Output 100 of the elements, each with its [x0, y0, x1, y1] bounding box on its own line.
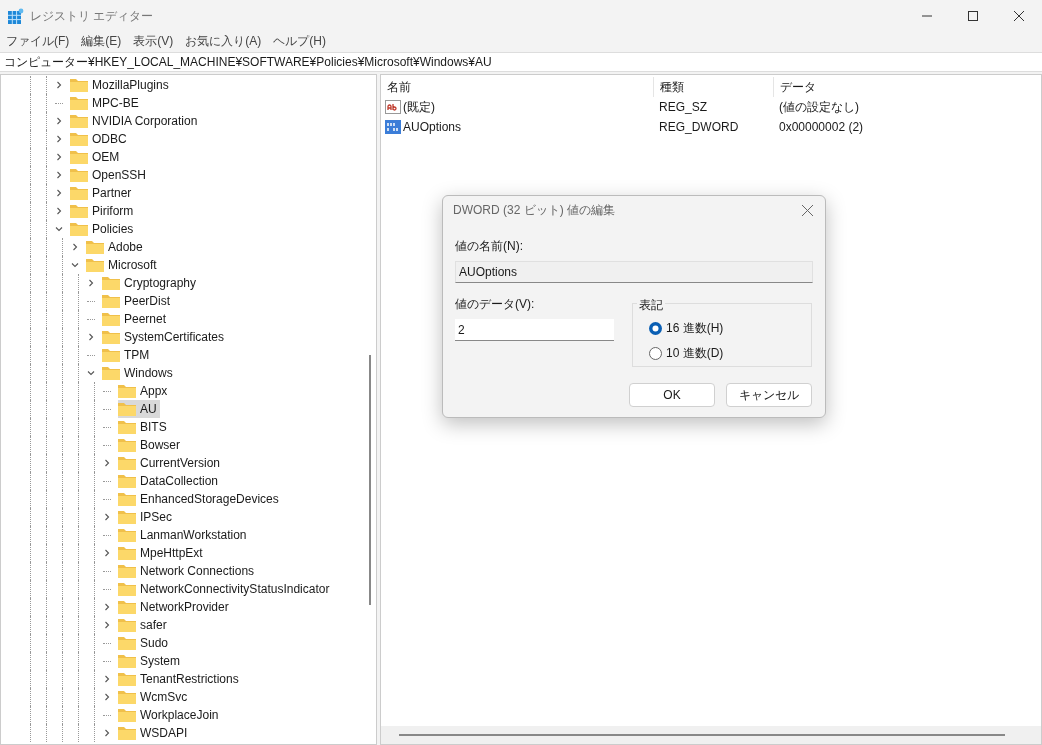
folder-icon [70, 204, 88, 218]
value-name[interactable]: (既定) [403, 98, 435, 116]
folder-icon [118, 528, 136, 542]
menu-item[interactable]: 表示(V) [133, 32, 174, 50]
tree-item[interactable]: Bowser [118, 436, 183, 454]
chevron-right-icon[interactable] [55, 207, 63, 215]
tree-item[interactable]: AU [118, 400, 160, 418]
tree-item[interactable]: Peernet [102, 310, 170, 328]
binary-value-icon [385, 119, 401, 135]
tree-item[interactable]: PeerDist [102, 292, 173, 310]
menu-item[interactable]: ファイル(F) [6, 32, 70, 50]
radio-option[interactable]: 10 進数(D) [649, 344, 811, 362]
folder-icon [118, 636, 136, 650]
close-button[interactable] [799, 202, 815, 218]
chevron-down-icon[interactable] [87, 369, 95, 377]
tree-item[interactable]: OEM [70, 148, 123, 166]
tree-item[interactable]: NetworkProvider [118, 598, 232, 616]
value-name[interactable]: AUOptions [403, 118, 462, 136]
data-field[interactable]: 2 [455, 319, 614, 341]
tree-item[interactable]: Network Connections [118, 562, 258, 580]
tree-item[interactable]: EnhancedStorageDevices [118, 490, 282, 508]
folder-icon [102, 276, 120, 290]
dialog-title: DWORD (32 ビット) 値の編集 [453, 202, 615, 219]
column-header[interactable]: 種類 [653, 77, 773, 97]
tree-item[interactable]: Appx [118, 382, 171, 400]
tree-item[interactable]: Adobe [86, 238, 146, 256]
tree-item[interactable]: OpenSSH [70, 166, 150, 184]
tree-item[interactable]: WorkplaceJoin [118, 706, 222, 724]
folder-icon [102, 312, 120, 326]
tree-item[interactable]: CurrentVersion [118, 454, 224, 472]
chevron-right-icon[interactable] [55, 135, 63, 143]
tree-item[interactable]: TenantRestrictions [118, 670, 242, 688]
folder-icon [118, 510, 136, 524]
chevron-right-icon[interactable] [55, 171, 63, 179]
tree-item[interactable]: IPSec [118, 508, 175, 526]
chevron-right-icon[interactable] [87, 279, 95, 287]
folder-icon [70, 96, 88, 110]
chevron-right-icon[interactable] [103, 459, 111, 467]
cancel-button[interactable]: キャンセル [726, 383, 812, 407]
name-field[interactable]: AUOptions [455, 261, 813, 283]
folder-icon [70, 114, 88, 128]
tree-item[interactable]: Cryptography [102, 274, 200, 292]
chevron-down-icon[interactable] [55, 225, 63, 233]
folder-icon [118, 438, 136, 452]
tree-item[interactable]: MPC-BE [70, 94, 142, 112]
folder-icon [102, 348, 120, 362]
chevron-right-icon[interactable] [103, 693, 111, 701]
tree-item[interactable]: DataCollection [118, 472, 222, 490]
menu-item[interactable]: お気に入り(A) [185, 32, 262, 50]
tree-item[interactable]: safer [118, 616, 170, 634]
chevron-right-icon[interactable] [103, 603, 111, 611]
folder-icon [102, 294, 120, 308]
ok-button[interactable]: OK [629, 383, 715, 407]
chevron-down-icon[interactable] [71, 261, 79, 269]
column-header[interactable]: 名前 [381, 77, 653, 97]
tree-item[interactable]: Windows [102, 364, 176, 382]
folder-icon [118, 384, 136, 398]
radio-option[interactable]: 16 進数(H) [649, 319, 811, 337]
tree-item[interactable]: TPM [102, 346, 153, 364]
tree-item[interactable]: SystemCertificates [102, 328, 228, 346]
close-icon [1014, 11, 1024, 21]
menu-item[interactable]: ヘルプ(H) [273, 32, 326, 50]
tree-item[interactable]: Piriform [70, 202, 137, 220]
chevron-right-icon[interactable] [103, 549, 111, 557]
chevron-right-icon[interactable] [55, 153, 63, 161]
chevron-right-icon[interactable] [103, 621, 111, 629]
tree-item[interactable]: WSDAPI [118, 724, 191, 742]
tree-item[interactable]: MozillaPlugins [70, 76, 172, 94]
folder-icon [118, 420, 136, 434]
chevron-right-icon[interactable] [55, 81, 63, 89]
menu-item[interactable]: 編集(E) [81, 32, 122, 50]
scrollbar-thumb[interactable] [399, 734, 1005, 736]
tree-item[interactable]: ODBC [70, 130, 130, 148]
chevron-right-icon[interactable] [55, 117, 63, 125]
tree-item[interactable]: LanmanWorkstation [118, 526, 250, 544]
tree-item[interactable]: WcmSvc [118, 688, 191, 706]
chevron-right-icon[interactable] [87, 333, 95, 341]
chevron-right-icon[interactable] [103, 729, 111, 737]
tree-item[interactable]: BITS [118, 418, 170, 436]
value-type: REG_DWORD [658, 119, 740, 136]
tree-item[interactable]: Policies [70, 220, 137, 238]
chevron-right-icon[interactable] [71, 243, 79, 251]
address-bar[interactable]: コンピューター¥HKEY_LOCAL_MACHINE¥SOFTWARE¥Policies¥Microsoft¥Windows¥AU [0, 52, 1042, 72]
scrollbar-thumb[interactable] [369, 355, 371, 605]
tree-item[interactable]: NVIDIA Corporation [70, 112, 201, 130]
chevron-right-icon[interactable] [103, 513, 111, 521]
tree-item[interactable]: NetworkConnectivityStatusIndicator [118, 580, 333, 598]
tree-item[interactable]: Sudo [118, 634, 172, 652]
tree-item[interactable]: System [118, 652, 183, 670]
tree-item[interactable]: Partner [70, 184, 135, 202]
folder-icon [118, 456, 136, 470]
chevron-right-icon[interactable] [103, 675, 111, 683]
tree-item[interactable]: MpeHttpExt [118, 544, 206, 562]
folder-icon [70, 186, 88, 200]
radio-unchecked-icon [649, 346, 662, 360]
group-label: 表記 [637, 296, 665, 314]
chevron-right-icon[interactable] [55, 189, 63, 197]
tree-item[interactable]: Microsoft [86, 256, 160, 274]
folder-icon [86, 240, 104, 254]
column-header[interactable]: データ [773, 77, 1041, 97]
